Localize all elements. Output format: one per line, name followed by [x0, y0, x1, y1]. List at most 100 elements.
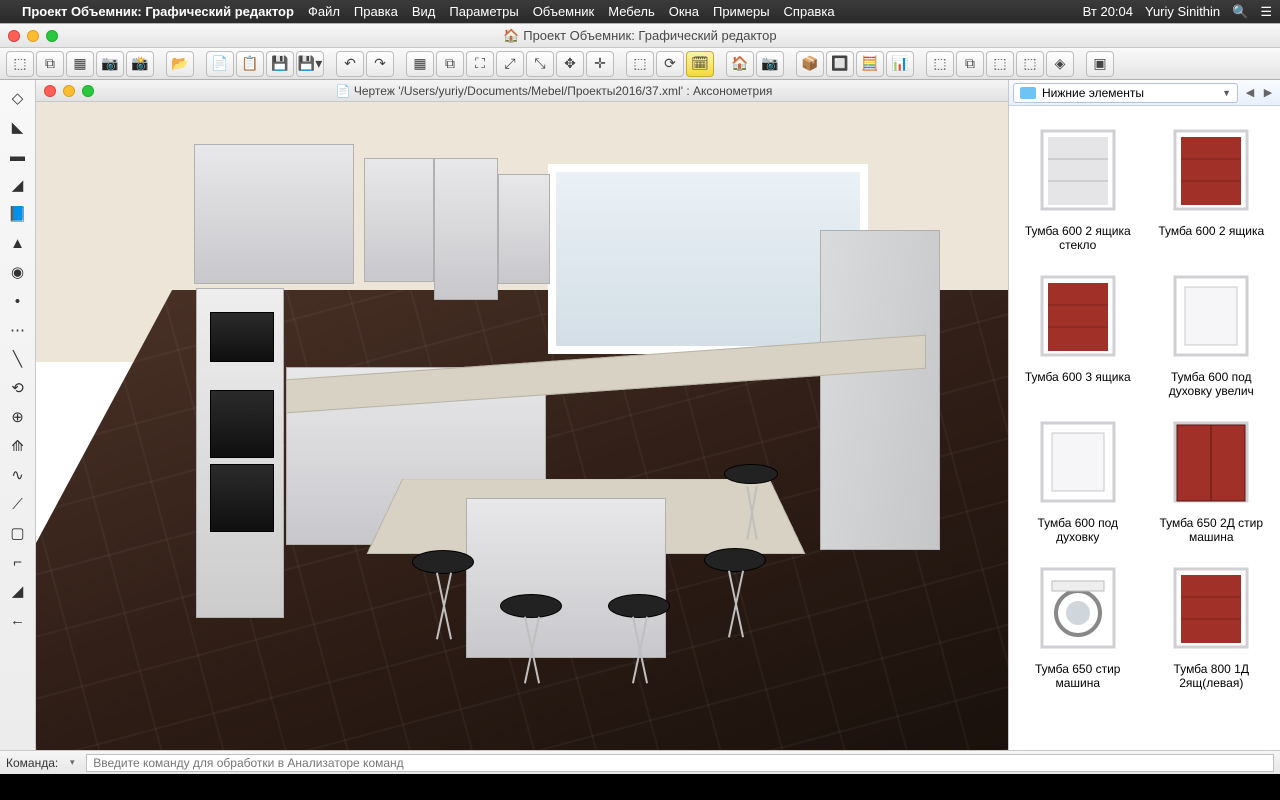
toolbar-button-0[interactable]: ⬚ [6, 51, 34, 77]
left-tool-16[interactable]: ⌐ [3, 548, 33, 576]
zoom-button[interactable] [46, 30, 58, 42]
menubar-clock[interactable]: Вт 20:04 [1083, 4, 1133, 19]
catalog-back-button[interactable]: ◀ [1242, 84, 1258, 102]
catalog-item[interactable]: Тумба 800 1Д 2ящ(левая) [1147, 550, 1277, 690]
left-tool-15[interactable]: ▢ [3, 519, 33, 547]
doc-close-button[interactable] [44, 85, 56, 97]
close-button[interactable] [8, 30, 20, 42]
left-tool-9[interactable]: ╲ [3, 345, 33, 373]
left-tool-1[interactable]: ◣ [3, 113, 33, 141]
toolbar-button-37[interactable]: ⧉ [956, 51, 984, 77]
catalog-item[interactable]: Тумба 600 под духовку [1013, 404, 1143, 544]
menu-file[interactable]: Файл [308, 4, 340, 19]
toolbar-button-28[interactable]: 🏠 [726, 51, 754, 77]
left-tool-17[interactable]: ◢ [3, 577, 33, 605]
toolbar-button-36[interactable]: ⬚ [926, 51, 954, 77]
3d-viewport[interactable] [36, 102, 1008, 750]
left-tool-4[interactable]: 📘 [3, 200, 33, 228]
command-label: Команда: [6, 756, 58, 770]
toolbar-button-26[interactable]: 🗓 [686, 51, 714, 77]
doc-minimize-button[interactable] [63, 85, 75, 97]
left-tool-7[interactable]: • [3, 287, 33, 315]
toolbar-button-1[interactable]: ⧉ [36, 51, 64, 77]
menu-params[interactable]: Параметры [449, 4, 518, 19]
macos-menubar: Проект Объемник: Графический редактор Фа… [0, 0, 1280, 23]
catalog-panel: Нижние элементы ▼ ◀ ▶ Тумба 600 2 ящика … [1008, 80, 1280, 750]
toolbar-button-31[interactable]: 📦 [796, 51, 824, 77]
toolbar-button-40[interactable]: ◈ [1046, 51, 1074, 77]
toolbar-button-24[interactable]: ⬚ [626, 51, 654, 77]
catalog-item[interactable]: Тумба 600 2 ящика стекло [1013, 112, 1143, 252]
toolbar-button-39[interactable]: ⬚ [1016, 51, 1044, 77]
document-titlebar[interactable]: 📄 Чертеж '/Users/yuriy/Documents/Mebel/П… [36, 80, 1008, 102]
left-tool-11[interactable]: ⊕ [3, 403, 33, 431]
menu-windows[interactable]: Окна [669, 4, 699, 19]
command-history-button[interactable]: ▾ [64, 755, 80, 771]
toolbar-button-3[interactable]: 📷 [96, 51, 124, 77]
menu-obyemnik[interactable]: Объемник [533, 4, 595, 19]
spotlight-icon[interactable]: 🔍 [1232, 4, 1248, 20]
menubar-app-name[interactable]: Проект Объемник: Графический редактор [22, 4, 294, 19]
catalog-item[interactable]: Тумба 600 под духовку увелич [1147, 258, 1277, 398]
window-titlebar[interactable]: 🏠 Проект Объемник: Графический редактор [0, 24, 1280, 48]
toolbar-button-34[interactable]: 📊 [886, 51, 914, 77]
toolbar-button-32[interactable]: 🔲 [826, 51, 854, 77]
catalog-thumb [1019, 404, 1137, 514]
left-tool-14[interactable]: ⟋ [3, 490, 33, 518]
toolbar-button-17[interactable]: ⧉ [436, 51, 464, 77]
toolbar-button-19[interactable]: ⤢ [496, 51, 524, 77]
catalog-fwd-button[interactable]: ▶ [1260, 84, 1276, 102]
toolbar-button-16[interactable]: ▦ [406, 51, 434, 77]
toolbar-button-20[interactable]: ⤡ [526, 51, 554, 77]
main-toolbar: ⬚⧉▦📷📸📂📄📋💾💾▾↶↷▦⧉⛶⤢⤡✥✛⬚⟳🗓🏠📷📦🔲🧮📊⬚⧉⬚⬚◈▣ [0, 48, 1280, 80]
catalog-item-label: Тумба 600 2 ящика стекло [1013, 224, 1143, 252]
toolbar-button-8[interactable]: 📄 [206, 51, 234, 77]
menu-furniture[interactable]: Мебель [608, 4, 655, 19]
left-tool-0[interactable]: ◇ [3, 84, 33, 112]
left-tool-8[interactable]: ⋯ [3, 316, 33, 344]
menu-examples[interactable]: Примеры [713, 4, 770, 19]
catalog-thumb [1152, 258, 1270, 368]
toolbar-button-13[interactable]: ↶ [336, 51, 364, 77]
catalog-item[interactable]: Тумба 650 стир машина [1013, 550, 1143, 690]
toolbar-button-11[interactable]: 💾▾ [296, 51, 324, 77]
command-input[interactable] [86, 754, 1274, 772]
toolbar-button-42[interactable]: ▣ [1086, 51, 1114, 77]
toolbar-button-38[interactable]: ⬚ [986, 51, 1014, 77]
toolbar-button-6[interactable]: 📂 [166, 51, 194, 77]
toolbar-button-25[interactable]: ⟳ [656, 51, 684, 77]
doc-zoom-button[interactable] [82, 85, 94, 97]
catalog-item-label: Тумба 600 под духовку увелич [1147, 370, 1277, 398]
minimize-button[interactable] [27, 30, 39, 42]
left-tool-2[interactable]: ▬ [3, 142, 33, 170]
menu-help[interactable]: Справка [784, 4, 835, 19]
left-tool-12[interactable]: ⟰ [3, 432, 33, 460]
toolbar-button-10[interactable]: 💾 [266, 51, 294, 77]
catalog-item[interactable]: Тумба 650 2Д стир машина [1147, 404, 1277, 544]
catalog-item[interactable]: Тумба 600 2 ящика [1147, 112, 1277, 252]
catalog-item[interactable]: Тумба 600 3 ящика [1013, 258, 1143, 398]
toolbar-button-22[interactable]: ✛ [586, 51, 614, 77]
left-tool-5[interactable]: ▲ [3, 229, 33, 257]
toolbar-button-2[interactable]: ▦ [66, 51, 94, 77]
left-tool-3[interactable]: ◢ [3, 171, 33, 199]
left-tool-6[interactable]: ◉ [3, 258, 33, 286]
menubar-user[interactable]: Yuriy Sinithin [1145, 4, 1220, 19]
menu-extras-icon[interactable]: ☰ [1260, 4, 1272, 20]
document-title-text: 📄 Чертеж '/Users/yuriy/Documents/Mebel/П… [100, 84, 1008, 98]
toolbar-button-18[interactable]: ⛶ [466, 51, 494, 77]
toolbar-button-33[interactable]: 🧮 [856, 51, 884, 77]
menu-edit[interactable]: Правка [354, 4, 398, 19]
toolbar-button-14[interactable]: ↷ [366, 51, 394, 77]
toolbar-button-29[interactable]: 📷 [756, 51, 784, 77]
left-tool-13[interactable]: ∿ [3, 461, 33, 489]
menu-view[interactable]: Вид [412, 4, 436, 19]
catalog-category-select[interactable]: Нижние элементы ▼ [1013, 83, 1238, 103]
left-tool-18[interactable]: ← [3, 606, 33, 634]
toolbar-button-4[interactable]: 📸 [126, 51, 154, 77]
left-tool-10[interactable]: ⟲ [3, 374, 33, 402]
toolbar-button-21[interactable]: ✥ [556, 51, 584, 77]
catalog-thumb [1152, 112, 1270, 222]
window-title: 🏠 Проект Объемник: Графический редактор [0, 28, 1280, 44]
toolbar-button-9[interactable]: 📋 [236, 51, 264, 77]
